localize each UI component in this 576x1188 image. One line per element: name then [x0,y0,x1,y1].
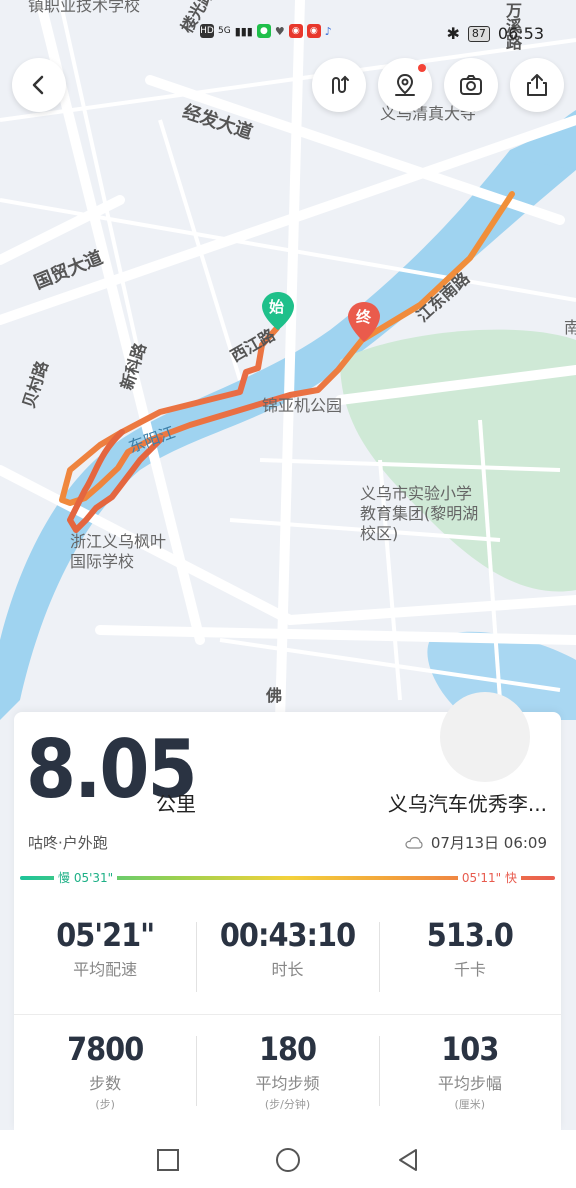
poi-label: 南 [564,318,576,337]
datetime-text: 07月13日 06:09 [430,834,547,852]
run-datetime: 07月13日 06:09 [405,832,547,853]
clock: 06:53 [497,24,544,43]
stat-label: 平均步幅 [437,1074,502,1093]
user-name[interactable]: 义乌汽车优秀李... [388,788,547,817]
end-marker-label: 终 [356,308,372,326]
stats-row-2: 7800 步数 (步) 180 平均步频 (步/分钟) 103 平均步幅 (厘米… [14,1030,561,1112]
stat-steps: 7800 步数 (步) [14,1030,196,1112]
stat-avg-pace: 05'21" 平均配速 [14,916,196,980]
wechat-icon: ● [256,24,271,38]
location-pin-icon [395,73,415,96]
system-nav-bar [0,1130,576,1188]
stat-calories: 513.0 千卡 [378,916,561,992]
share-button[interactable] [510,58,564,112]
notification-dot [418,64,426,72]
stat-label: 时长 [271,960,304,979]
route-switch-button[interactable] [312,58,366,112]
status-bar: HD 5G ▮▮▮ ● ♥ ◉ ◉ ♪ ✱ 87 06:53 [0,18,576,52]
stat-unit: (步) [95,1098,115,1111]
stat-value: 05'21" [56,916,155,954]
back-nav-button[interactable] [394,1146,422,1174]
avatar[interactable] [440,692,530,782]
poi-label: 锦亚机公园 [262,396,343,415]
stat-label: 千卡 [453,960,486,979]
recent-apps-button[interactable] [154,1146,182,1174]
route-switch-icon [332,75,349,94]
stat-cadence: 180 平均步频 (步/分钟) [196,1030,378,1112]
start-marker-label: 始 [269,298,285,316]
location-button[interactable] [378,58,432,112]
sport-type: 咕咚·户外跑 [28,834,108,852]
slow-pace-label: 慢 05'31" [54,869,118,886]
stat-stride: 103 平均步幅 (厘米) [378,1030,561,1112]
stat-value: 103 [441,1030,499,1068]
share-icon [527,74,547,96]
back-button[interactable] [12,58,66,112]
stat-value: 180 [258,1030,317,1068]
fast-pace-label: 05'11" 快 [457,869,521,886]
stat-value: 7800 [67,1030,144,1068]
distance-unit: 公里 [156,792,196,816]
cloud-icon [405,836,423,849]
road-label: 佛 [266,686,283,705]
stats-row-1: 05'21" 平均配速 00:43:10 时长 513.0 千卡 [14,916,561,992]
poi-label: 浙江义乌枫叶国际学校 [70,532,167,571]
weibo-icon: ◉ [288,24,303,38]
stat-label: 平均步频 [255,1074,320,1093]
hd-icon: HD [200,24,214,38]
back-icon [32,75,44,95]
poi-label: 镇职业技术学校 [28,0,141,15]
music-icon: ♪ [324,24,332,38]
divider [14,1014,561,1015]
camera-button[interactable] [444,58,498,112]
stat-label: 步数 [89,1074,122,1093]
battery-indicator: 87 [467,25,490,42]
stat-unit: (厘米) [454,1098,486,1111]
weibo-icon: ◉ [306,24,321,38]
network-icon: 5G [218,26,231,36]
home-button[interactable] [274,1146,302,1174]
status-indicators: HD 5G ▮▮▮ ● ♥ ◉ ◉ ♪ [200,24,332,38]
bluetooth-icon: ✱ [446,24,460,43]
camera-icon [460,75,482,95]
stat-duration: 00:43:10 时长 [196,916,378,992]
stat-value: 513.0 [426,916,514,954]
signal-icon: ▮▮▮ [234,24,253,38]
pace-gradient-bar: 慢 05'31" 05'11" 快 [20,869,555,886]
stat-label: 平均配速 [73,960,138,979]
heart-icon: ♥ [274,24,285,38]
poi-label: 义乌市实验小学教育集团(黎明湖校区) [360,484,479,543]
stat-unit: (步/分钟) [264,1098,311,1111]
stat-value: 00:43:10 [219,916,356,954]
